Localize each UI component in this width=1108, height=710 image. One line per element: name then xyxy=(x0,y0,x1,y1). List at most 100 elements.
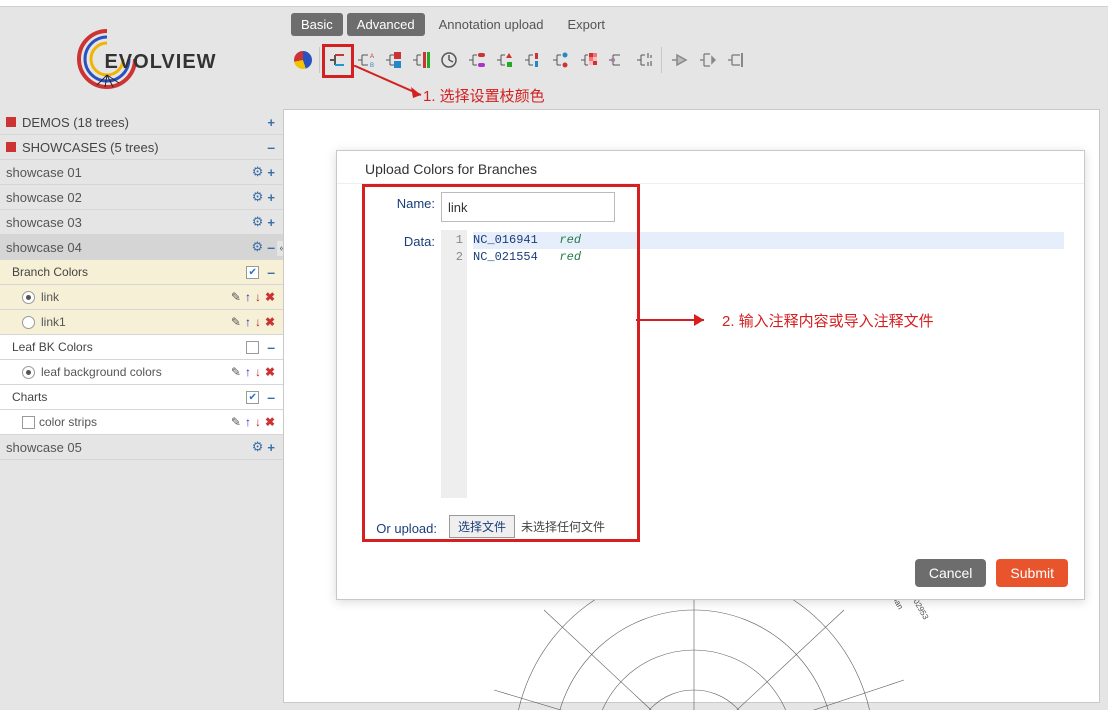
delete-icon[interactable]: ✖ xyxy=(265,290,275,304)
gear-icon[interactable]: ⚙ xyxy=(252,214,264,230)
expand-icon[interactable]: + xyxy=(267,165,275,180)
leaf-label: leaf background colors xyxy=(41,365,162,379)
submit-button[interactable]: Submit xyxy=(996,559,1068,587)
color-strips-icon[interactable] xyxy=(408,47,434,73)
content-area: Basic Advanced Annotation upload Export … xyxy=(283,7,1108,710)
radio-icon[interactable] xyxy=(22,316,35,329)
expand-icon[interactable]: + xyxy=(267,215,275,230)
gear-icon[interactable]: ⚙ xyxy=(252,189,264,205)
up-icon[interactable]: ↑ xyxy=(245,365,251,379)
tab-export[interactable]: Export xyxy=(557,13,615,36)
tabbar: Basic Advanced Annotation upload Export xyxy=(283,7,1108,36)
checkbox-icon[interactable] xyxy=(246,266,259,279)
leaf-decoration-icon[interactable] xyxy=(492,47,518,73)
name-input[interactable] xyxy=(441,192,615,222)
subnode-label: Charts xyxy=(12,390,47,404)
leaf-label: color strips xyxy=(39,415,97,429)
bootstrap-icon[interactable] xyxy=(604,47,630,73)
gear-icon[interactable]: ⚙ xyxy=(252,164,264,180)
editor-code[interactable]: NC_016941 red NC_021554 red xyxy=(467,230,1064,498)
down-icon[interactable]: ↓ xyxy=(255,415,261,429)
tree-label: showcase 02 xyxy=(6,190,82,205)
subnode-leaf-bk[interactable]: Leaf BK Colors – xyxy=(0,335,283,360)
subnode-label: Leaf BK Colors xyxy=(12,340,93,354)
category-showcases[interactable]: SHOWCASES (5 trees) – xyxy=(0,135,283,160)
choose-file-button[interactable]: 选择文件 xyxy=(449,515,515,538)
data-label: Data: xyxy=(365,230,441,498)
no-file-text: 未选择任何文件 xyxy=(521,518,605,535)
reroot-icon[interactable] xyxy=(694,47,720,73)
tab-basic[interactable]: Basic xyxy=(291,13,343,36)
dot-plot-icon[interactable] xyxy=(548,47,574,73)
modal-title: Upload Colors for Branches xyxy=(337,151,1084,184)
collapse-icon[interactable]: – xyxy=(267,239,275,255)
subnode-charts[interactable]: Charts – xyxy=(0,385,283,410)
tree-item-showcase04[interactable]: showcase 04 ⚙– xyxy=(0,235,283,260)
svg-text:A: A xyxy=(370,54,374,60)
expand-icon[interactable]: + xyxy=(267,440,275,455)
subnode-label: Branch Colors xyxy=(12,265,88,279)
leaf-color-strips[interactable]: color strips ✎ ↑ ↓ ✖ xyxy=(0,410,283,435)
leaf-bg-colors[interactable]: leaf background colors ✎ ↑ ↓ ✖ xyxy=(0,360,283,385)
sidebar: EVOLVIEW DEMOS (18 trees) + SHOWCASES (5… xyxy=(0,7,283,710)
up-icon[interactable]: ↑ xyxy=(245,315,251,329)
expand-icon[interactable]: + xyxy=(267,190,275,205)
collapse-icon[interactable]: – xyxy=(267,139,275,155)
tree-label: showcase 01 xyxy=(6,165,82,180)
column-plot-icon[interactable] xyxy=(632,47,662,73)
annotation-text-1: 1. 选择设置枝颜色 xyxy=(423,85,545,106)
expand-icon[interactable]: + xyxy=(267,115,275,130)
delete-icon[interactable]: ✖ xyxy=(265,365,275,379)
checkbox-icon[interactable] xyxy=(246,341,259,354)
heatmap-icon[interactable] xyxy=(576,47,602,73)
collapse-icon[interactable]: – xyxy=(267,264,275,280)
delete-icon[interactable]: ✖ xyxy=(265,415,275,429)
group-label-icon[interactable] xyxy=(520,47,546,73)
leaf-label: link1 xyxy=(41,315,66,329)
down-icon[interactable]: ↓ xyxy=(255,290,261,304)
tree-item-showcase05[interactable]: showcase 05 ⚙+ xyxy=(0,435,283,460)
tab-advanced[interactable]: Advanced xyxy=(347,13,425,36)
logo-text: EVOLVIEW xyxy=(104,51,216,74)
collapse-icon[interactable]: – xyxy=(267,389,275,405)
gear-icon[interactable]: ⚙ xyxy=(252,239,264,255)
edit-icon[interactable]: ✎ xyxy=(231,315,241,329)
delete-icon[interactable]: ✖ xyxy=(265,315,275,329)
svg-text:B: B xyxy=(370,63,374,69)
protein-domain-icon[interactable] xyxy=(464,47,490,73)
cancel-button[interactable]: Cancel xyxy=(915,559,987,587)
leaf-bg-icon[interactable] xyxy=(380,47,406,73)
radio-icon[interactable] xyxy=(22,291,35,304)
leaf-link[interactable]: link ✎ ↑ ↓ ✖ xyxy=(0,285,283,310)
collapse-icon[interactable]: – xyxy=(267,339,275,355)
horizontal-icon[interactable] xyxy=(722,47,748,73)
up-icon[interactable]: ↑ xyxy=(245,415,251,429)
upload-label: Or upload: xyxy=(359,517,443,536)
edit-icon[interactable]: ✎ xyxy=(231,365,241,379)
radio-icon[interactable] xyxy=(22,366,35,379)
checkbox-icon[interactable] xyxy=(246,391,259,404)
leaf-label: link xyxy=(41,290,59,304)
up-icon[interactable]: ↑ xyxy=(245,290,251,304)
data-editor[interactable]: 1 2 NC_016941 red NC_021554 red xyxy=(441,230,1064,498)
down-icon[interactable]: ↓ xyxy=(255,315,261,329)
leaf-link1[interactable]: link1 ✎ ↑ ↓ ✖ xyxy=(0,310,283,335)
edit-icon[interactable]: ✎ xyxy=(231,415,241,429)
checkbox-icon[interactable] xyxy=(22,416,35,429)
down-icon[interactable]: ↓ xyxy=(255,365,261,379)
timeline-icon[interactable] xyxy=(436,47,462,73)
tree-item-showcase02[interactable]: showcase 02 ⚙+ xyxy=(0,185,283,210)
tree-canvas[interactable]: NC 020588 NC 020568 NC 020538 NC 020536 … xyxy=(283,109,1100,703)
tree-item-showcase03[interactable]: showcase 03 ⚙+ xyxy=(0,210,283,235)
branch-color-icon[interactable] xyxy=(324,47,350,73)
tree-label: showcase 03 xyxy=(6,215,82,230)
leaf-color-icon[interactable]: AB xyxy=(352,47,378,73)
tab-annotation-upload[interactable]: Annotation upload xyxy=(429,13,554,36)
subnode-branch-colors[interactable]: Branch Colors – xyxy=(0,260,283,285)
category-demos[interactable]: DEMOS (18 trees) + xyxy=(0,110,283,135)
gear-icon[interactable]: ⚙ xyxy=(252,439,264,455)
pie-chart-icon[interactable] xyxy=(290,47,320,73)
tree-item-showcase01[interactable]: showcase 01 ⚙+ xyxy=(0,160,283,185)
collapse-icon[interactable] xyxy=(666,47,692,73)
edit-icon[interactable]: ✎ xyxy=(231,290,241,304)
